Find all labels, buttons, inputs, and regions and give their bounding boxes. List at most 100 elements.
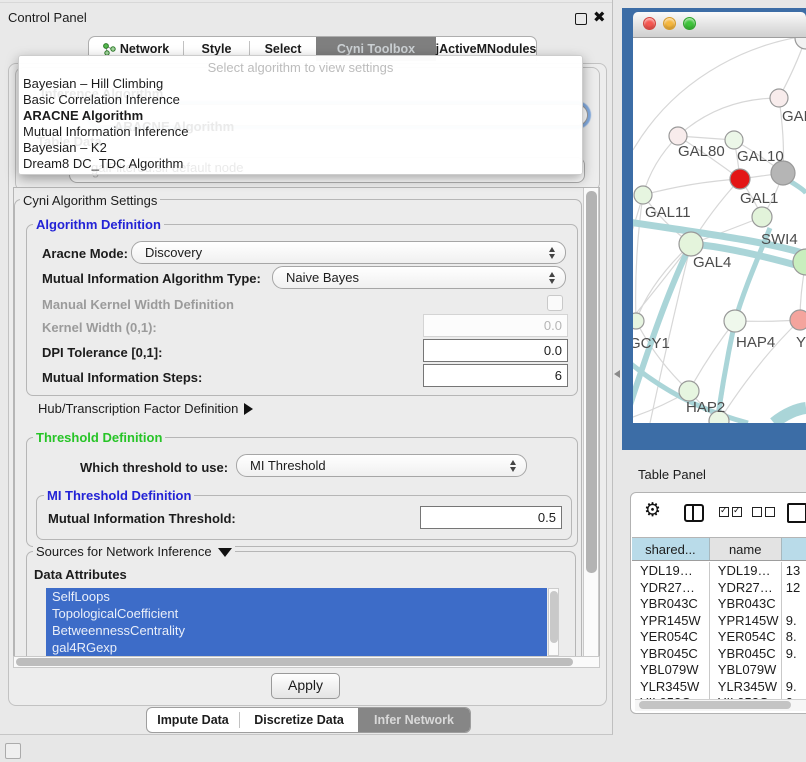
table-hscrollbar-thumb[interactable] bbox=[639, 701, 791, 709]
network-node[interactable] bbox=[724, 310, 746, 332]
table-cell: YLR345W bbox=[710, 678, 782, 695]
column-header[interactable]: shared... bbox=[632, 538, 710, 560]
node-label: HAP4 bbox=[736, 334, 775, 351]
network-node[interactable] bbox=[679, 232, 703, 256]
which-threshold-combo[interactable]: MI Threshold bbox=[236, 454, 527, 477]
bottom-tab-discretize-data[interactable]: Discretize Data bbox=[240, 708, 358, 732]
table-row[interactable]: YDL19…YDL19…13 bbox=[632, 562, 806, 579]
checked-checkbox-icon[interactable] bbox=[732, 507, 742, 517]
column-header[interactable]: name bbox=[710, 538, 782, 560]
algorithm-option[interactable]: Bayesian – Hill Climbing bbox=[23, 76, 163, 92]
algorithm-option[interactable]: Bayesian – K2 bbox=[23, 140, 107, 156]
network-window: GALGAL80GAL10GAL1GAL11SWI4GAL4GCY1HAP4YH… bbox=[633, 12, 806, 423]
network-node[interactable] bbox=[795, 38, 806, 49]
aracne-mode-combo[interactable]: Discovery bbox=[131, 241, 566, 264]
table-row[interactable]: YDR27…YDR27…12 bbox=[632, 579, 806, 596]
table-cell: YBR043C bbox=[710, 595, 782, 612]
table-row[interactable]: YLR345WYLR345W9. bbox=[632, 678, 806, 695]
network-node[interactable] bbox=[790, 310, 806, 330]
manual-kernel-label: Manual Kernel Width Definition bbox=[42, 297, 234, 312]
mi-threshold-definition-title: MI Threshold Definition bbox=[44, 488, 194, 503]
window-top-divider bbox=[0, 2, 612, 3]
attribute-item[interactable]: gal4RGexp bbox=[46, 639, 547, 656]
algorithm-option[interactable]: Dream8 DC_TDC Algorithm bbox=[23, 156, 183, 172]
dpi-tolerance-field[interactable]: 0.0 bbox=[423, 339, 568, 362]
network-edge-highlighted[interactable] bbox=[774, 408, 806, 423]
network-edge[interactable] bbox=[643, 179, 740, 195]
tab-label: jActiveMNodules bbox=[436, 42, 537, 56]
table-cell: YBR045C bbox=[710, 645, 782, 662]
mi-steps-field[interactable]: 6 bbox=[423, 364, 568, 387]
zoom-traffic-light[interactable] bbox=[683, 17, 696, 30]
bottom-tab-infer-network[interactable]: Infer Network bbox=[358, 708, 470, 732]
table-panel-title: Table Panel bbox=[638, 467, 706, 482]
gear-icon[interactable]: ⚙ bbox=[644, 499, 661, 522]
attribute-item[interactable]: TopologicalCoefficient bbox=[46, 605, 547, 622]
unchecked-checkbox-icon[interactable] bbox=[765, 507, 775, 517]
algorithm-option[interactable]: ARACNE Algorithm bbox=[23, 108, 143, 124]
mi-type-combo[interactable]: Naive Bayes bbox=[272, 266, 566, 289]
network-node[interactable] bbox=[752, 207, 772, 227]
column-header[interactable]: A bbox=[782, 538, 806, 560]
unchecked-checkbox-icon[interactable] bbox=[752, 507, 762, 517]
network-node[interactable] bbox=[679, 381, 699, 401]
node-label: GAL1 bbox=[740, 190, 778, 207]
kernel-width-label: Kernel Width (0,1): bbox=[42, 320, 157, 335]
kernel-width-field[interactable]: 0.0 bbox=[423, 314, 568, 337]
float-window-icon[interactable] bbox=[575, 13, 587, 25]
network-view-frame: GALGAL80GAL10GAL1GAL11SWI4GAL4GCY1HAP4YH… bbox=[622, 8, 806, 450]
close-traffic-light[interactable] bbox=[643, 17, 656, 30]
apply-button[interactable]: Apply bbox=[271, 673, 340, 699]
table-cell: YDR27… bbox=[632, 579, 710, 596]
table-row[interactable]: YBR045CYBR045C9. bbox=[632, 645, 806, 662]
table-cell: YER054C bbox=[632, 628, 710, 645]
bottom-tab-impute-data[interactable]: Impute Data bbox=[147, 708, 239, 732]
table-panel-card: ⚙ shared...nameA YDL19…YDL19…13YDR27…YDR… bbox=[630, 492, 806, 714]
combo-arrows-icon bbox=[510, 460, 517, 472]
mi-threshold-field[interactable]: 0.5 bbox=[420, 506, 562, 529]
table-cell: YBL079W bbox=[632, 661, 710, 678]
network-window-titlebar[interactable] bbox=[633, 12, 806, 38]
close-icon[interactable]: ✖ bbox=[593, 8, 606, 26]
algorithm-dropdown-popup: Select algorithm to view settings Infere… bbox=[18, 55, 583, 175]
data-attributes-list[interactable]: SelfLoopsTopologicalCoefficientBetweenne… bbox=[46, 588, 547, 656]
network-canvas[interactable]: GALGAL80GAL10GAL1GAL11SWI4GAL4GCY1HAP4YH… bbox=[633, 38, 806, 423]
network-node[interactable] bbox=[634, 186, 652, 204]
network-edge[interactable] bbox=[643, 136, 678, 195]
node-label: HAP2 bbox=[686, 399, 725, 416]
new-table-icon[interactable] bbox=[787, 503, 806, 523]
network-edge[interactable] bbox=[636, 195, 643, 321]
algorithm-option[interactable]: Basic Correlation Inference bbox=[23, 92, 180, 108]
checked-checkbox-icon[interactable] bbox=[719, 507, 729, 517]
settings-vscrollbar-thumb[interactable] bbox=[586, 191, 597, 573]
minimize-traffic-light[interactable] bbox=[663, 17, 676, 30]
combo-arrows-icon bbox=[549, 247, 556, 259]
table-row[interactable]: YBL079WYBL079W bbox=[632, 661, 806, 678]
expand-right-icon bbox=[244, 403, 253, 415]
table-row[interactable]: YPR145WYPR145W9. bbox=[632, 612, 806, 629]
hub-definition-label[interactable]: Hub/Transcription Factor Definition bbox=[38, 401, 253, 416]
network-edge[interactable] bbox=[678, 98, 779, 136]
mi-type-label: Mutual Information Algorithm Type: bbox=[42, 271, 261, 286]
network-node[interactable] bbox=[770, 89, 788, 107]
node-label: GAL4 bbox=[693, 254, 731, 271]
attribute-item[interactable]: BetweennessCentrality bbox=[46, 622, 547, 639]
network-node[interactable] bbox=[725, 131, 743, 149]
popup-placeholder: Select algorithm to view settings bbox=[19, 60, 582, 75]
attribute-item[interactable]: SelfLoops bbox=[46, 588, 547, 605]
table-cell: YBR045C bbox=[632, 645, 710, 662]
tab-label: Cyni Toolbox bbox=[337, 42, 415, 56]
manual-kernel-checkbox[interactable] bbox=[547, 295, 563, 311]
network-node[interactable] bbox=[633, 313, 644, 329]
table-row[interactable]: YBR043CYBR043C bbox=[632, 595, 806, 612]
algorithm-option[interactable]: Mutual Information Inference bbox=[23, 124, 188, 140]
network-node[interactable] bbox=[730, 169, 750, 189]
table-cell: YPR145W bbox=[710, 612, 782, 629]
settings-hscrollbar-thumb[interactable] bbox=[16, 658, 573, 666]
list-scrollbar-thumb[interactable] bbox=[550, 591, 558, 643]
panel-grip-icon[interactable] bbox=[5, 743, 21, 759]
collapse-panel-arrow-icon[interactable] bbox=[614, 370, 620, 378]
table-row[interactable]: YER054CYER054C8. bbox=[632, 628, 806, 645]
split-table-icon[interactable] bbox=[684, 504, 704, 522]
table-cell: YPR145W bbox=[632, 612, 710, 629]
